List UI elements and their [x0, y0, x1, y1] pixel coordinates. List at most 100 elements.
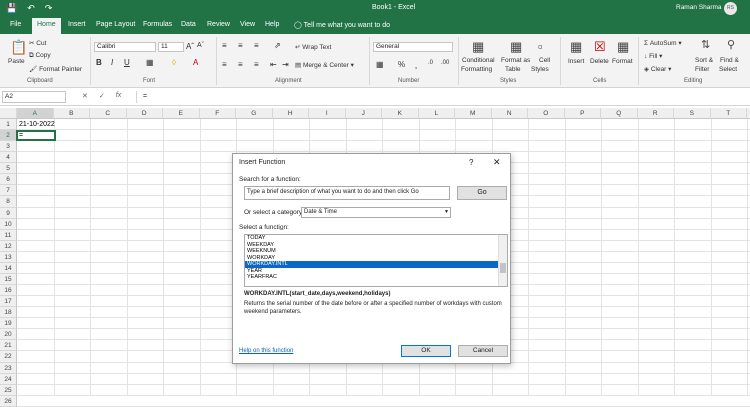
row-header[interactable]: 1 — [0, 119, 17, 131]
tab-help[interactable]: Help — [265, 21, 279, 28]
row-header[interactable]: 3 — [0, 141, 17, 153]
cut-button[interactable]: ✂ Cut — [29, 39, 46, 47]
row-header[interactable]: 16 — [0, 285, 17, 297]
insert-cells-button[interactable]: Insert — [568, 58, 584, 65]
column-header[interactable]: J — [345, 108, 382, 119]
font-name-combo[interactable]: Calibri — [94, 42, 156, 52]
cell-a1[interactable]: 21-10-2022 — [19, 121, 55, 128]
column-header[interactable]: L — [418, 108, 455, 119]
row-header[interactable]: 4 — [0, 152, 17, 164]
column-header[interactable]: O — [528, 108, 565, 119]
insert-function-icon[interactable]: fx — [116, 92, 121, 100]
row-header[interactable]: 5 — [0, 163, 17, 175]
format-as-table-button[interactable]: Format as — [501, 57, 530, 64]
delete-cells-icon[interactable]: ☒ — [594, 39, 606, 55]
find-select-button[interactable]: Find & — [720, 57, 739, 64]
tab-file[interactable]: File — [10, 21, 21, 28]
row-header[interactable]: 7 — [0, 185, 17, 197]
category-select[interactable]: Date & Time ▼ — [301, 207, 451, 218]
scrollbar-thumb[interactable] — [500, 263, 506, 273]
insert-cells-icon[interactable]: ▦ — [570, 39, 582, 55]
tab-data[interactable]: Data — [181, 21, 196, 28]
row-header[interactable]: 24 — [0, 373, 17, 385]
go-button[interactable]: Go — [457, 186, 507, 200]
sort-filter-icon[interactable]: ⇅ — [701, 38, 710, 51]
column-header[interactable]: G — [236, 108, 273, 119]
find-select-icon[interactable]: ⚲ — [727, 38, 735, 51]
align-bottom-icon[interactable]: ≡ — [254, 41, 259, 50]
undo-icon[interactable]: ↶ — [27, 3, 35, 14]
row-header[interactable]: 18 — [0, 307, 17, 319]
row-header[interactable]: 25 — [0, 384, 17, 396]
column-header[interactable]: F — [199, 108, 236, 119]
paste-icon[interactable]: 📋 — [10, 39, 27, 56]
close-icon[interactable]: ✕ — [493, 157, 501, 168]
column-header[interactable]: N — [491, 108, 528, 119]
italic-icon[interactable]: I — [111, 58, 113, 67]
enter-icon[interactable]: ✓ — [99, 92, 105, 100]
align-left-icon[interactable]: ≡ — [222, 60, 227, 69]
wrap-text-button[interactable]: ↵ Wrap Text — [295, 43, 331, 51]
conditional-formatting-icon[interactable]: ▦ — [472, 39, 484, 55]
decrease-indent-icon[interactable]: ⇤ — [270, 60, 277, 69]
percent-icon[interactable]: % — [398, 60, 405, 69]
column-header[interactable]: S — [674, 108, 711, 119]
tell-me-box[interactable]: ◯ Tell me what you want to do — [294, 21, 390, 29]
tab-view[interactable]: View — [240, 21, 255, 28]
conditional-formatting-button[interactable]: Conditional — [462, 57, 495, 64]
row-header[interactable]: 14 — [0, 262, 17, 274]
row-header[interactable]: 26 — [0, 395, 17, 407]
column-header[interactable]: B — [53, 108, 90, 119]
search-function-input[interactable]: Type a brief description of what you wan… — [244, 186, 450, 200]
select-all-corner[interactable] — [0, 108, 17, 119]
tab-home[interactable]: Home — [32, 18, 61, 34]
borders-icon[interactable]: ▦ — [146, 58, 154, 67]
row-header[interactable]: 19 — [0, 318, 17, 330]
help-icon[interactable]: ? — [469, 158, 473, 167]
save-icon[interactable]: 💾 — [6, 3, 17, 14]
font-size-combo[interactable]: 11 — [158, 42, 184, 52]
tab-formulas[interactable]: Formulas — [143, 21, 172, 28]
row-header[interactable]: 21 — [0, 340, 17, 352]
column-header[interactable]: I — [309, 108, 346, 119]
format-cells-icon[interactable]: ▦ — [617, 39, 629, 55]
merge-center-button[interactable]: ▤ Merge & Center ▾ — [295, 61, 354, 69]
decrease-decimal-icon[interactable]: .00 — [441, 60, 449, 66]
shrink-font-icon[interactable]: Aˇ — [197, 42, 204, 49]
user-name[interactable]: Raman Sharma — [676, 4, 722, 11]
comma-icon[interactable]: ‚ — [415, 60, 417, 70]
format-painter-button[interactable]: 🖌 Format Painter — [29, 65, 82, 73]
align-top-icon[interactable]: ≡ — [222, 41, 227, 50]
name-box[interactable]: A2 — [2, 91, 66, 103]
list-scrollbar[interactable] — [498, 235, 507, 286]
number-format-combo[interactable]: General — [373, 42, 453, 52]
column-header[interactable]: R — [637, 108, 674, 119]
tab-review[interactable]: Review — [207, 21, 230, 28]
fill-color-icon[interactable]: ◊ — [172, 58, 176, 67]
cancel-button[interactable]: Cancel — [458, 345, 508, 357]
column-header[interactable]: D — [126, 108, 163, 119]
format-as-table-icon[interactable]: ▦ — [510, 39, 522, 55]
column-header[interactable]: M — [455, 108, 492, 119]
column-header[interactable]: Q — [601, 108, 638, 119]
font-color-icon[interactable]: A — [193, 58, 198, 67]
help-on-function-link[interactable]: Help on this function — [239, 348, 293, 354]
sort-filter-button[interactable]: Sort & — [695, 57, 713, 64]
increase-indent-icon[interactable]: ⇥ — [282, 60, 289, 69]
column-header[interactable]: H — [272, 108, 309, 119]
underline-icon[interactable]: U — [124, 58, 130, 67]
align-middle-icon[interactable]: ≡ — [238, 41, 243, 50]
align-right-icon[interactable]: ≡ — [254, 60, 259, 69]
row-header[interactable]: 13 — [0, 251, 17, 263]
autosum-button[interactable]: Σ AutoSum ▾ — [644, 39, 682, 47]
row-header[interactable]: 8 — [0, 196, 17, 208]
formula-input[interactable]: = — [136, 91, 748, 103]
delete-cells-button[interactable]: Delete — [590, 58, 609, 65]
orientation-icon[interactable]: ⇗ — [274, 41, 281, 50]
row-header[interactable]: 22 — [0, 351, 17, 363]
format-cells-button[interactable]: Format — [612, 58, 633, 65]
tab-page-layout[interactable]: Page Layout — [96, 21, 135, 28]
row-header[interactable]: 6 — [0, 174, 17, 186]
grow-font-icon[interactable]: Aˆ — [186, 42, 194, 51]
column-header[interactable]: A — [17, 108, 54, 119]
